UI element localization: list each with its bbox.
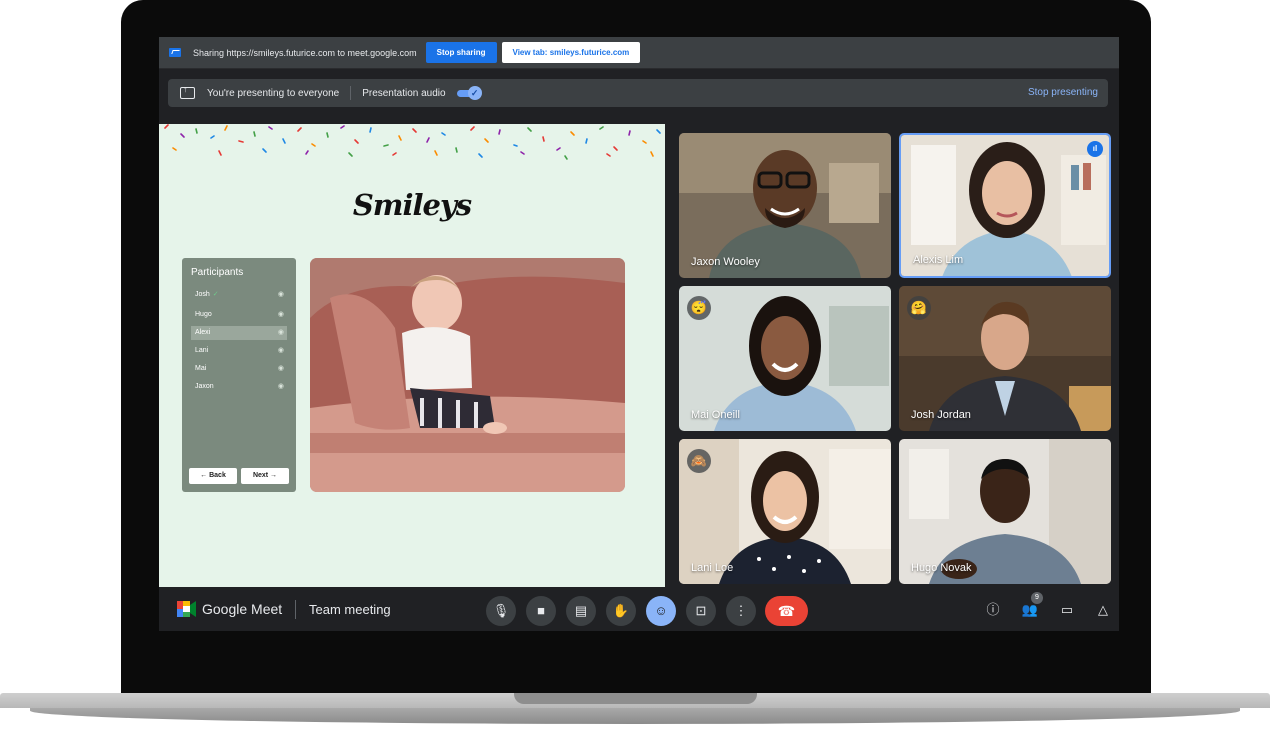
present-screen-icon: ⊡ xyxy=(695,603,707,618)
meeting-details-button[interactable]: ⓘ xyxy=(983,600,1003,620)
more-vertical-icon: ⋮ xyxy=(734,603,748,618)
laptop-mockup: Sharing https://smileys.futurice.com to … xyxy=(0,0,1270,729)
participant-name: Mai xyxy=(195,365,207,372)
people-count-badge: 9 xyxy=(1031,592,1043,604)
microphone-button[interactable]: 🎙 xyxy=(486,596,516,626)
divider xyxy=(350,86,352,100)
baby-on-sofa-video xyxy=(310,258,625,492)
participant-name-label: Lani Loe xyxy=(691,562,734,574)
participant-item-lani[interactable]: Lani ◉ xyxy=(191,344,287,358)
hugging-face-reaction-icon: 🤗 xyxy=(907,296,931,320)
participant-tile-josh-jordan[interactable]: 🤗 Josh Jordan xyxy=(899,286,1111,431)
hand-icon: ✋ xyxy=(612,603,630,618)
laptop-notch xyxy=(514,693,757,704)
raise-hand-button[interactable]: ✋ xyxy=(606,596,636,626)
activities-shapes-icon: △ xyxy=(1098,602,1108,617)
meet-screen: Sharing https://smileys.futurice.com to … xyxy=(159,37,1119,631)
stop-presenting-button[interactable]: Stop presenting xyxy=(1028,87,1098,98)
presenting-status-text: You're presenting to everyone xyxy=(207,87,340,99)
participant-name-label: Mai Oneill xyxy=(691,409,740,421)
participant-name-label: Josh Jordan xyxy=(911,409,971,421)
see-no-evil-monkey-reaction-icon: 🙈 xyxy=(687,449,711,473)
people-icon: 👥 xyxy=(1021,602,1039,617)
check-icon: ✓ xyxy=(212,291,219,298)
eye-icon[interactable]: ◉ xyxy=(278,288,284,302)
divider xyxy=(295,600,296,619)
reactions-button[interactable]: ☺ xyxy=(646,596,676,626)
participant-name-label: Jaxon Wooley xyxy=(691,256,760,268)
more-options-button[interactable]: ⋮ xyxy=(726,596,756,626)
participant-item-jaxon[interactable]: Jaxon ◉ xyxy=(191,380,287,394)
presentation-audio-label: Presentation audio xyxy=(362,87,446,99)
participant-item-alexi[interactable]: Alexi ◉ xyxy=(191,326,287,340)
meeting-title: Team meeting xyxy=(309,602,391,617)
screen-share-icon xyxy=(169,48,181,57)
participant-name: Josh xyxy=(195,291,210,298)
smileys-logo: Smileys xyxy=(352,188,472,222)
participant-item-josh[interactable]: Josh ✓ ◉ xyxy=(191,288,287,302)
captions-icon: ▤ xyxy=(574,603,588,618)
checkmark-icon: ✓ xyxy=(467,86,482,100)
present-screen-icon xyxy=(180,84,195,99)
participant-name-label: Alexis Lim xyxy=(913,254,964,266)
participant-tile-jaxon-wooley[interactable]: Jaxon Wooley xyxy=(679,133,891,278)
info-icon: ⓘ xyxy=(986,602,1000,617)
participant-name: Alexi xyxy=(195,329,211,336)
meeting-control-bar: Google Meet Team meeting 🎙 ■ ▤ ✋ ☺ ⊡ ⋮ ☎… xyxy=(159,589,1119,631)
chat-icon: ▭ xyxy=(1060,602,1074,617)
present-button[interactable]: ⊡ xyxy=(686,596,716,626)
presentation-audio-toggle[interactable]: ✓ xyxy=(456,86,482,100)
app-name: Google Meet xyxy=(202,601,283,617)
participants-panel: Participants Josh ✓ ◉ Hugo ◉ Alexi ◉ Lani… xyxy=(182,258,296,492)
sharing-bar: Sharing https://smileys.futurice.com to … xyxy=(159,37,1119,69)
participant-item-mai[interactable]: Mai ◉ xyxy=(191,362,287,376)
google-meet-logo-icon xyxy=(177,601,196,617)
camera-icon: ■ xyxy=(537,603,545,618)
participant-tile-hugo-novak[interactable]: Hugo Novak xyxy=(899,439,1111,584)
leave-call-button[interactable]: ☎ xyxy=(765,596,808,626)
participant-name: Jaxon xyxy=(195,383,214,390)
laptop-base xyxy=(0,693,1270,729)
participant-item-hugo[interactable]: Hugo ◉ xyxy=(191,308,287,322)
activities-button[interactable]: △ xyxy=(1093,600,1113,620)
smiley-icon: ☺ xyxy=(654,603,668,618)
view-tab-button[interactable]: View tab: smileys.futurice.com xyxy=(501,42,641,63)
back-button[interactable]: ← Back xyxy=(189,468,237,484)
sleeping-face-reaction-icon: 😴 xyxy=(687,296,711,320)
confetti-decoration xyxy=(164,124,661,160)
shared-tab-content: Smileys Participants Josh ✓ ◉ Hugo ◉ Alex… xyxy=(159,124,665,587)
participant-tile-alexis-lim[interactable]: ıl Alexis Lim xyxy=(899,133,1111,278)
chat-button[interactable]: ▭ xyxy=(1057,600,1077,620)
eye-icon[interactable]: ◉ xyxy=(278,308,284,322)
eye-icon[interactable]: ◉ xyxy=(278,344,284,358)
stop-sharing-button[interactable]: Stop sharing xyxy=(425,42,497,63)
microphone-icon: 🎙 xyxy=(492,603,510,618)
speaking-indicator-icon: ıl xyxy=(1087,141,1103,157)
camera-button[interactable]: ■ xyxy=(526,596,556,626)
phone-hangup-icon: ☎ xyxy=(777,603,796,619)
participants-panel-title: Participants xyxy=(191,267,244,278)
captions-button[interactable]: ▤ xyxy=(566,596,596,626)
participant-name-label: Hugo Novak xyxy=(911,562,972,574)
participant-name: Hugo xyxy=(195,311,212,318)
participant-name: Lani xyxy=(195,347,209,354)
next-button[interactable]: Next → xyxy=(241,468,289,484)
eye-icon[interactable]: ◉ xyxy=(278,362,284,376)
participant-tile-lani-loe[interactable]: 🙈 Lani Loe xyxy=(679,439,891,584)
sharing-status-text: Sharing https://smileys.futurice.com to … xyxy=(193,47,417,58)
participant-tile-mai-oneill[interactable]: 😴 Mai Oneill xyxy=(679,286,891,431)
presenting-bar: You're presenting to everyone Presentati… xyxy=(168,79,1108,107)
eye-icon[interactable]: ◉ xyxy=(278,326,284,340)
eye-icon[interactable]: ◉ xyxy=(278,380,284,394)
